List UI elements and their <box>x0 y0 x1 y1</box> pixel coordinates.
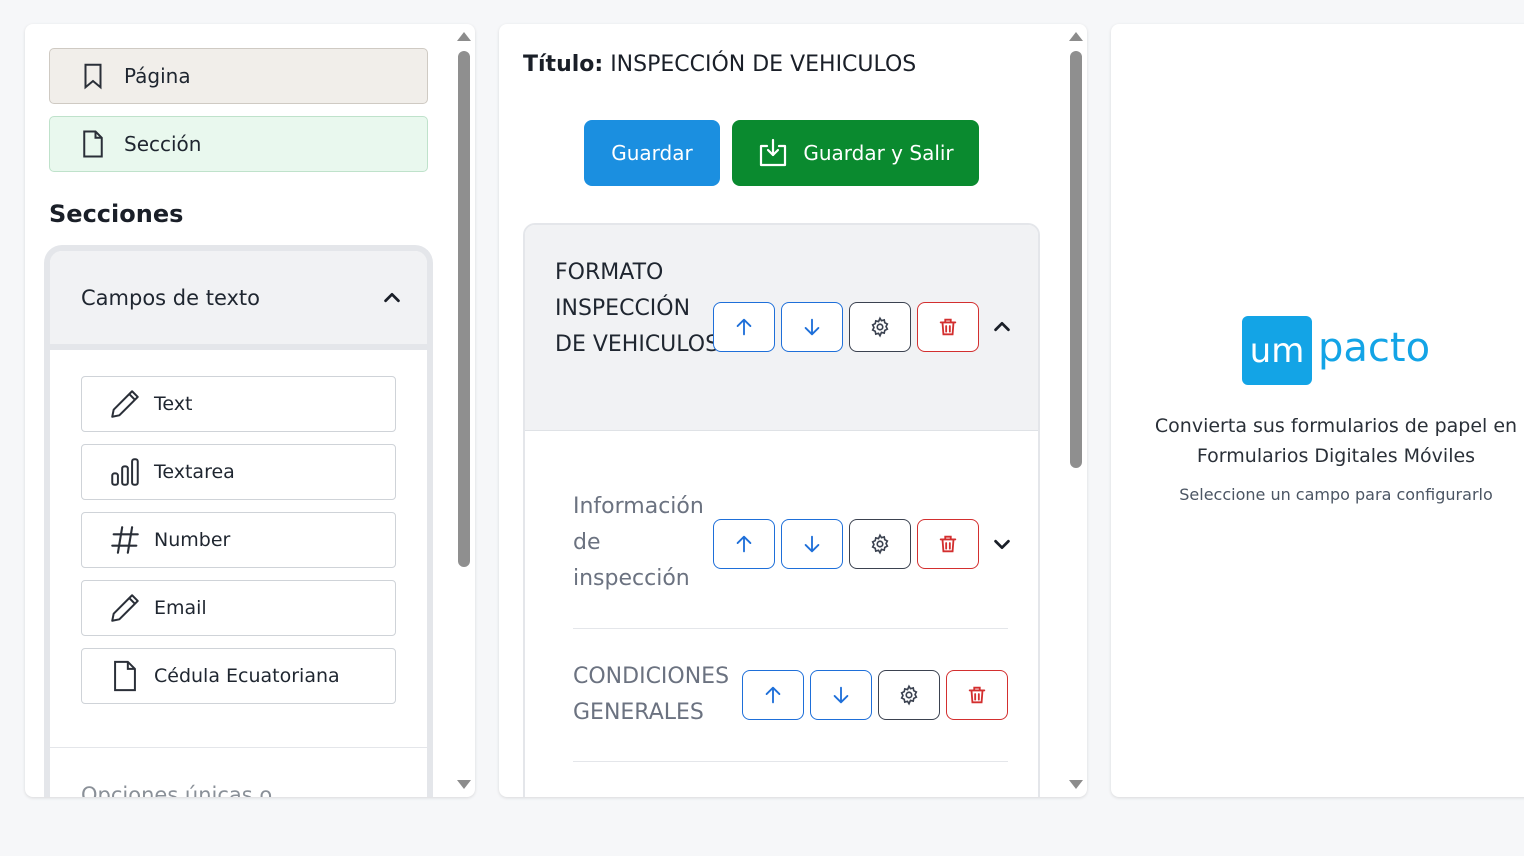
form-builder-panel: Título: INSPECCIÓN DE VEHICULOS Guardar … <box>499 24 1087 797</box>
section-divider <box>573 628 1008 629</box>
section-actions-condiciones <box>742 670 1014 720</box>
titulo-value: INSPECCIÓN DE VEHICULOS <box>610 52 917 77</box>
delete-button[interactable] <box>917 302 979 352</box>
file-icon <box>114 660 136 692</box>
guardar-y-salir-button[interactable]: Guardar y Salir <box>732 120 979 186</box>
tagline: Convierta sus formularios de papel en Fo… <box>1111 411 1524 471</box>
move-up-button[interactable] <box>713 302 775 352</box>
bookmark-icon <box>84 63 102 90</box>
field-number-button[interactable]: Number <box>81 512 396 568</box>
form-page-title: FORMATO INSPECCIÓN DE VEHICULOS <box>555 260 720 357</box>
component-palette-panel: Página Sección Secciones Campos de texto… <box>25 24 475 797</box>
arrow-down-icon <box>833 686 849 704</box>
settings-button[interactable] <box>849 519 911 569</box>
arrow-down-icon <box>804 535 820 553</box>
empty-state-hint: Seleccione un campo para configurarlo <box>1179 485 1493 504</box>
scroll-thumb[interactable] <box>458 51 470 567</box>
download-box-icon <box>760 138 787 167</box>
trash-icon <box>968 686 986 704</box>
umpacto-logo: um pacto <box>1242 316 1430 385</box>
section-actions-informacion <box>713 519 1013 569</box>
arrow-up-icon <box>765 686 781 704</box>
file-icon <box>83 130 103 158</box>
move-up-button[interactable] <box>742 670 804 720</box>
delete-button[interactable] <box>946 670 1008 720</box>
form-page-card: FORMATO INSPECCIÓN DE VEHICULOS Informac… <box>523 223 1040 797</box>
move-down-button[interactable] <box>781 302 843 352</box>
left-scrollbar[interactable] <box>453 24 475 797</box>
move-down-button[interactable] <box>781 519 843 569</box>
arrow-down-icon <box>804 318 820 336</box>
tagline-line-2: Formularios Digitales Móviles <box>1196 445 1476 467</box>
trash-icon <box>939 535 957 553</box>
form-title-line: Título: INSPECCIÓN DE VEHICULOS <box>523 52 916 77</box>
scroll-down-arrow[interactable] <box>457 780 471 789</box>
field-text-button[interactable]: Text <box>81 376 396 432</box>
section-divider <box>573 761 1008 762</box>
chevron-up-icon <box>384 292 400 302</box>
field-textarea-button[interactable]: Textarea <box>81 444 396 500</box>
arrow-up-icon <box>736 535 752 553</box>
field-cedula-button[interactable]: Cédula Ecuatoriana <box>81 648 396 704</box>
pencil-icon <box>111 390 139 418</box>
gear-icon <box>871 316 889 338</box>
field-email-label: Email <box>154 597 207 619</box>
settings-button[interactable] <box>878 670 940 720</box>
chevron-up-icon[interactable] <box>991 316 1013 338</box>
field-textarea-label: Textarea <box>154 461 235 483</box>
settings-button[interactable] <box>849 302 911 352</box>
field-number-label: Number <box>154 529 231 551</box>
add-section-label: Sección <box>124 132 202 156</box>
next-group-header[interactable]: Opciones únicas o <box>81 783 272 797</box>
secciones-heading: Secciones <box>49 200 184 228</box>
logo-pacto-text: pacto <box>1318 324 1431 371</box>
titulo-label: Título: <box>523 52 604 77</box>
tagline-line-1: Convierta sus formularios de papel en <box>1154 415 1518 437</box>
scroll-down-arrow[interactable] <box>1069 780 1083 789</box>
hash-icon <box>111 526 139 554</box>
gear-icon <box>900 684 918 706</box>
section-title-condiciones: CONDICIONES GENERALES <box>573 664 730 725</box>
accordion-body: Text Textarea Number Email Cédula Ecuato… <box>50 350 427 704</box>
gear-icon <box>871 533 889 555</box>
trash-icon <box>939 318 957 336</box>
accordion-title: Campos de texto <box>81 285 261 310</box>
move-up-button[interactable] <box>713 519 775 569</box>
accordion-divider <box>50 747 427 748</box>
guardar-y-salir-label: Guardar y Salir <box>803 141 954 165</box>
delete-button[interactable] <box>917 519 979 569</box>
move-down-button[interactable] <box>810 670 872 720</box>
logo-um-mark: um <box>1242 316 1312 385</box>
middle-scrollbar[interactable] <box>1065 24 1087 797</box>
section-title-informacion: Información de inspección <box>573 494 704 591</box>
field-email-button[interactable]: Email <box>81 580 396 636</box>
add-page-button[interactable]: Página <box>49 48 428 104</box>
chevron-down-icon[interactable] <box>991 533 1013 555</box>
form-page-actions <box>713 302 1013 352</box>
pencil-icon <box>111 594 139 622</box>
scroll-up-arrow[interactable] <box>457 32 471 41</box>
arrow-up-icon <box>736 318 752 336</box>
scroll-up-arrow[interactable] <box>1069 32 1083 41</box>
field-cedula-label: Cédula Ecuatoriana <box>154 665 340 687</box>
accordion-header[interactable]: Campos de texto <box>50 251 427 350</box>
scroll-thumb[interactable] <box>1070 51 1082 468</box>
add-page-label: Página <box>124 64 191 88</box>
field-text-label: Text <box>154 393 193 415</box>
guardar-button[interactable]: Guardar <box>584 120 720 186</box>
bar-chart-icon <box>111 458 139 486</box>
field-config-panel: um pacto Convierta sus formularios de pa… <box>1111 24 1524 797</box>
add-section-button[interactable]: Sección <box>49 116 428 172</box>
text-fields-accordion: Campos de texto Text Textarea Number Ema… <box>44 245 433 797</box>
